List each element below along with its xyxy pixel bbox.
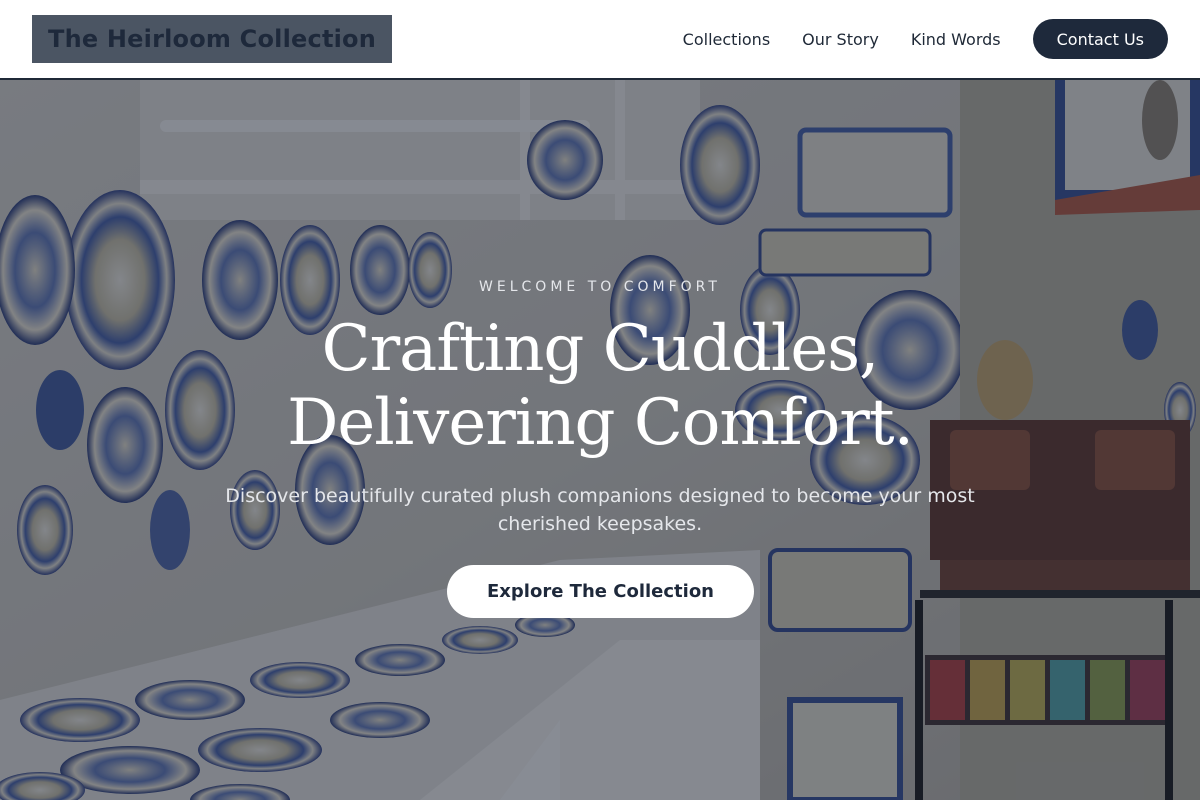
- hero-eyebrow: WELCOME TO COMFORT: [479, 279, 721, 295]
- nav-link-kind-words[interactable]: Kind Words: [911, 30, 1001, 49]
- hero-section: WELCOME TO COMFORT Crafting Cuddles, Del…: [0, 80, 1200, 800]
- hero-content: WELCOME TO COMFORT Crafting Cuddles, Del…: [0, 80, 1200, 800]
- site-logo[interactable]: The Heirloom Collection: [32, 15, 393, 63]
- explore-collection-button[interactable]: Explore The Collection: [447, 565, 754, 618]
- main-nav: Collections Our Story Kind Words Contact…: [683, 19, 1168, 59]
- nav-link-collections[interactable]: Collections: [683, 30, 770, 49]
- contact-us-button[interactable]: Contact Us: [1032, 19, 1168, 59]
- hero-headline: Crafting Cuddles, Delivering Comfort.: [287, 312, 914, 460]
- nav-link-our-story[interactable]: Our Story: [802, 30, 879, 49]
- hero-subheadline: Discover beautifully curated plush compa…: [225, 485, 975, 535]
- site-header: The Heirloom Collection Collections Our …: [0, 0, 1200, 80]
